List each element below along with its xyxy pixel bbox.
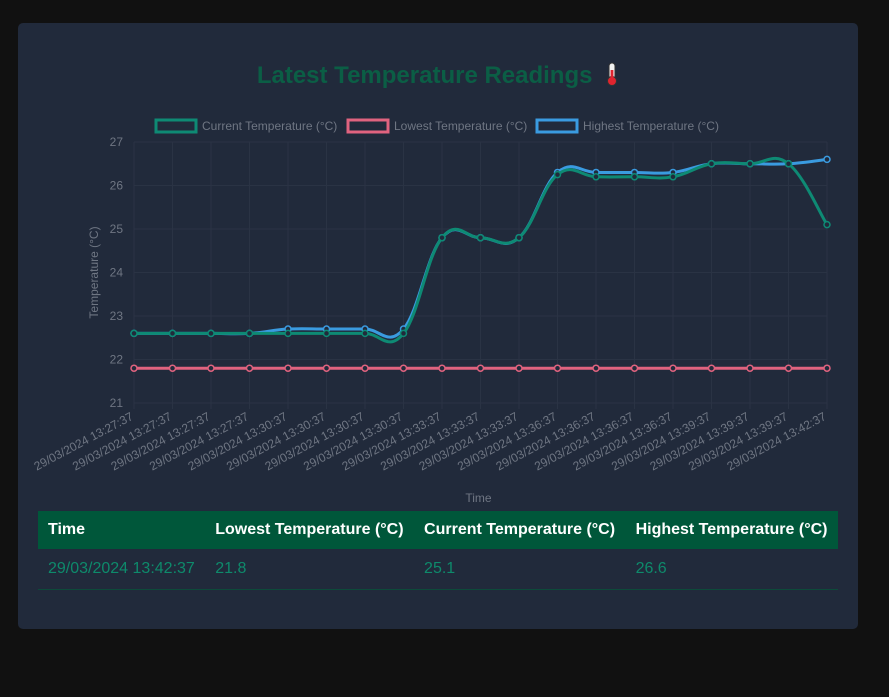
data-point bbox=[168, 364, 177, 372]
data-point bbox=[707, 364, 716, 372]
readings-table: Time Lowest Temperature (°C) Current Tem… bbox=[38, 511, 838, 590]
data-point bbox=[476, 233, 485, 242]
data-point bbox=[245, 329, 254, 338]
header-current: Current Temperature (°C) bbox=[414, 511, 626, 549]
table-header-row: Time Lowest Temperature (°C) Current Tem… bbox=[38, 511, 838, 549]
legend-label: Lowest Temperature (°C) bbox=[394, 119, 527, 133]
header-lowest: Lowest Temperature (°C) bbox=[205, 511, 415, 549]
cell-lowest: 21.8 bbox=[205, 549, 415, 590]
data-point bbox=[784, 160, 793, 168]
data-point bbox=[823, 155, 831, 164]
cell-highest: 26.6 bbox=[625, 549, 838, 590]
table-row: 29/03/2024 13:42:37 21.8 25.1 26.6 bbox=[38, 549, 838, 590]
legend-swatch bbox=[346, 118, 390, 134]
y-tick-label: 21 bbox=[110, 396, 124, 410]
data-point bbox=[284, 329, 292, 338]
y-tick-label: 23 bbox=[110, 309, 124, 323]
data-point bbox=[168, 329, 177, 338]
cell-current: 25.1 bbox=[414, 549, 626, 590]
data-point bbox=[130, 364, 138, 372]
data-point bbox=[399, 329, 408, 338]
y-tick-label: 27 bbox=[110, 135, 124, 149]
y-tick-label: 22 bbox=[110, 353, 124, 367]
data-point bbox=[746, 364, 754, 372]
y-tick-label: 26 bbox=[110, 179, 124, 193]
data-point bbox=[515, 233, 523, 242]
data-point bbox=[553, 170, 562, 179]
data-point bbox=[746, 160, 754, 168]
legend-swatch bbox=[535, 118, 579, 134]
data-point bbox=[207, 329, 215, 338]
data-point bbox=[361, 329, 369, 338]
data-point bbox=[361, 364, 369, 372]
data-point bbox=[823, 364, 831, 372]
data-point bbox=[707, 160, 716, 168]
data-point bbox=[669, 173, 677, 181]
data-point bbox=[438, 364, 446, 372]
legend-label: Highest Temperature (°C) bbox=[583, 119, 719, 133]
data-point bbox=[476, 364, 485, 372]
data-point bbox=[669, 364, 677, 372]
x-axis-title: Time bbox=[465, 491, 492, 505]
data-point bbox=[515, 364, 523, 372]
y-tick-label: 24 bbox=[110, 266, 124, 280]
data-point bbox=[553, 364, 562, 372]
legend-label: Current Temperature (°C) bbox=[202, 119, 337, 133]
data-point bbox=[630, 364, 639, 372]
data-point bbox=[592, 173, 600, 181]
data-point bbox=[630, 173, 639, 181]
cell-time: 29/03/2024 13:42:37 bbox=[38, 549, 206, 590]
data-point bbox=[592, 364, 600, 372]
header-time: Time bbox=[38, 511, 206, 549]
data-point bbox=[784, 364, 793, 372]
y-tick-label: 25 bbox=[110, 222, 124, 236]
data-point bbox=[207, 364, 215, 372]
data-point bbox=[322, 329, 331, 338]
data-point bbox=[284, 364, 292, 372]
data-point bbox=[438, 233, 446, 242]
legend-swatch bbox=[154, 118, 198, 134]
readings-card: Latest Temperature Readings 21 22 23 24 25 26… bbox=[18, 23, 858, 629]
data-point bbox=[130, 329, 138, 338]
data-point bbox=[399, 364, 408, 372]
header-highest: Highest Temperature (°C) bbox=[625, 511, 838, 549]
data-point bbox=[245, 364, 254, 372]
temperature-line-chart: 2122232425262729/03/2024 13:27:3729/03/2… bbox=[32, 118, 831, 505]
data-point bbox=[322, 364, 331, 372]
y-axis-title: Temperature (°C) bbox=[87, 226, 101, 318]
data-point bbox=[823, 220, 831, 229]
